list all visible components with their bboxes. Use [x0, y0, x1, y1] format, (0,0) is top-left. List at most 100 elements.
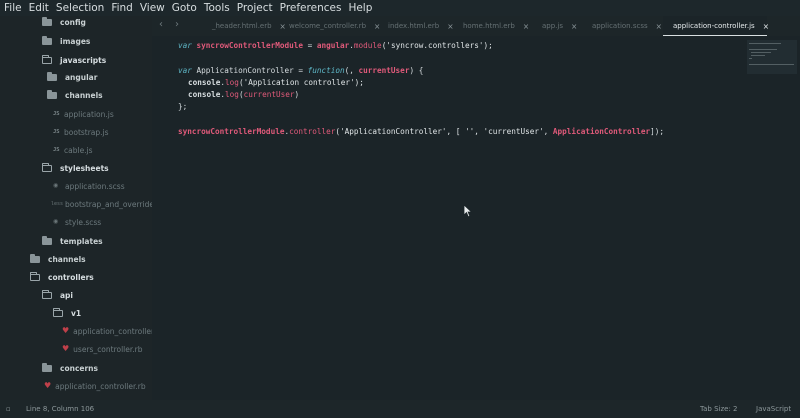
tree-folder-templates[interactable]: templates	[42, 233, 103, 249]
menu-file[interactable]: File	[4, 2, 22, 14]
token-variable: syncrowControllerModule	[196, 41, 303, 50]
tree-item-label: templates	[60, 236, 103, 246]
close-icon[interactable]: ×	[656, 22, 662, 31]
chevron-left-icon[interactable]: ‹	[159, 19, 163, 30]
token-object: angular	[316, 41, 350, 50]
pointer-arrow-icon	[463, 204, 473, 218]
syntax-selector[interactable]: JavaScript	[756, 405, 791, 413]
tree-folder-config[interactable]: config	[42, 16, 86, 30]
css-file-icon: ◉	[53, 182, 59, 189]
close-icon[interactable]: ×	[763, 22, 769, 31]
tree-item-label: javascripts	[60, 55, 107, 65]
tree-folder-api[interactable]: api	[42, 287, 73, 303]
menu-tools[interactable]: Tools	[204, 2, 230, 14]
menu-bar: File Edit Selection Find View Goto Tools…	[0, 0, 800, 16]
tree-file-cable-js[interactable]: JS cable.js	[53, 142, 93, 158]
menu-view[interactable]: View	[140, 2, 165, 14]
minimap-line	[751, 55, 765, 56]
token-method: module	[353, 41, 382, 50]
tab-application-controller-js[interactable]: application-controller.js ×	[663, 16, 769, 36]
tree-file-bootstrap-js[interactable]: JS bootstrap.js	[53, 124, 109, 140]
tree-file-v1-application-controller[interactable]: ♥ application_controller.rb	[62, 323, 152, 339]
tree-folder-images[interactable]: images	[42, 33, 90, 49]
menu-find[interactable]: Find	[111, 2, 133, 14]
token-operator: =	[302, 41, 317, 50]
close-icon[interactable]: ×	[280, 22, 286, 31]
sidebar-file-tree: config images javascripts angular channe…	[0, 16, 152, 400]
folder-open-icon	[42, 289, 52, 299]
menu-project[interactable]: Project	[237, 2, 273, 14]
token-parameter: currentUser	[243, 90, 295, 99]
tree-folder-javascripts[interactable]: javascripts	[42, 52, 106, 68]
tree-file-application-scss[interactable]: ◉ application.scss	[53, 178, 125, 194]
tree-item-label: angular	[65, 72, 98, 82]
code-line-1: var syncrowControllerModule = angular.mo…	[178, 41, 493, 50]
token-parameter: ApplicationController	[552, 127, 651, 136]
js-file-icon: JS	[53, 129, 60, 135]
minimap-line	[749, 49, 777, 50]
minimap-line	[749, 58, 752, 59]
status-bar: ▫ Line 8, Column 106 Tab Size: 2 JavaScr…	[0, 400, 800, 418]
menu-edit[interactable]: Edit	[29, 2, 49, 14]
tree-folder-channels[interactable]: channels	[47, 87, 103, 103]
folder-open-icon	[42, 162, 52, 172]
tab-label: application-controller.js	[673, 22, 755, 30]
folder-open-icon	[42, 54, 52, 64]
css-file-icon: ◉	[53, 218, 59, 225]
close-icon[interactable]: ×	[374, 22, 380, 31]
tab-header-html-erb[interactable]: _header.html.erb ×	[212, 16, 286, 36]
folder-icon	[42, 362, 52, 372]
ruby-file-icon: ♥	[44, 381, 52, 390]
token-object: console	[188, 78, 221, 87]
tree-item-label: cable.js	[64, 145, 93, 155]
tab-index-html-erb[interactable]: index.html.erb ×	[388, 16, 453, 36]
tab-welcome-controller[interactable]: welcome_controller.rb ×	[289, 16, 380, 36]
tree-folder-concerns[interactable]: concerns	[42, 360, 98, 376]
token-method: controller	[289, 127, 336, 136]
tree-folder-stylesheets[interactable]: stylesheets	[42, 160, 109, 176]
tab-label: app.js	[542, 22, 563, 30]
token-paren: (,	[344, 66, 359, 75]
token-keyword: var	[178, 41, 197, 50]
tab-label: _header.html.erb	[212, 22, 272, 30]
tree-file-application-controller[interactable]: ♥ application_controller.rb	[44, 378, 146, 394]
token-method: log	[225, 78, 239, 87]
tree-folder-channels-root[interactable]: channels	[30, 251, 86, 267]
code-line-4: console.log('Application controller');	[188, 78, 364, 87]
tree-folder-angular[interactable]: angular	[47, 69, 97, 85]
code-line-5: console.log(currentUser)	[188, 90, 299, 99]
js-file-icon: JS	[53, 111, 60, 117]
code-editor[interactable]: var syncrowControllerModule = angular.mo…	[152, 36, 800, 400]
tab-bar: ‹ › _header.html.erb × welcome_controlle…	[152, 16, 800, 36]
tab-application-scss[interactable]: application.scss ×	[592, 16, 662, 36]
tree-folder-v1[interactable]: v1	[53, 305, 81, 321]
tree-file-application-js[interactable]: JS application.js	[53, 106, 114, 122]
folder-icon	[47, 71, 57, 81]
menu-preferences[interactable]: Preferences	[280, 2, 342, 14]
menu-goto[interactable]: Goto	[172, 2, 197, 14]
tree-item-label: users_controller.rb	[73, 344, 143, 354]
tree-file-users-controller[interactable]: ♥ users_controller.rb	[62, 341, 143, 357]
less-file-icon: less	[51, 201, 64, 207]
cursor-position[interactable]: Line 8, Column 106	[26, 405, 94, 413]
tree-file-style-scss[interactable]: ◉ style.scss	[53, 214, 101, 230]
tree-item-label: application_controller.rb	[55, 381, 146, 391]
tab-size-selector[interactable]: Tab Size: 2	[700, 405, 737, 413]
close-icon[interactable]: ×	[447, 22, 453, 31]
token-variable: ApplicationController	[196, 66, 294, 75]
folder-icon	[30, 253, 40, 263]
chevron-right-icon[interactable]: ›	[175, 19, 179, 30]
minimap[interactable]	[747, 40, 797, 74]
close-icon[interactable]: ×	[571, 22, 577, 31]
tab-home-html-erb[interactable]: home.html.erb ×	[463, 16, 529, 36]
tree-folder-controllers[interactable]: controllers	[30, 269, 94, 285]
menu-selection[interactable]: Selection	[56, 2, 104, 14]
tree-item-label: channels	[48, 254, 86, 264]
tree-item-label: controllers	[48, 272, 94, 282]
code-line-8: syncrowControllerModule.controller('Appl…	[178, 127, 664, 136]
menu-help[interactable]: Help	[348, 2, 372, 14]
ruby-file-icon: ♥	[62, 344, 70, 353]
tab-app-js[interactable]: app.js ×	[542, 16, 577, 36]
tree-file-bootstrap-overrides[interactable]: less bootstrap_and_overrides.c	[51, 196, 152, 212]
close-icon[interactable]: ×	[523, 22, 529, 31]
